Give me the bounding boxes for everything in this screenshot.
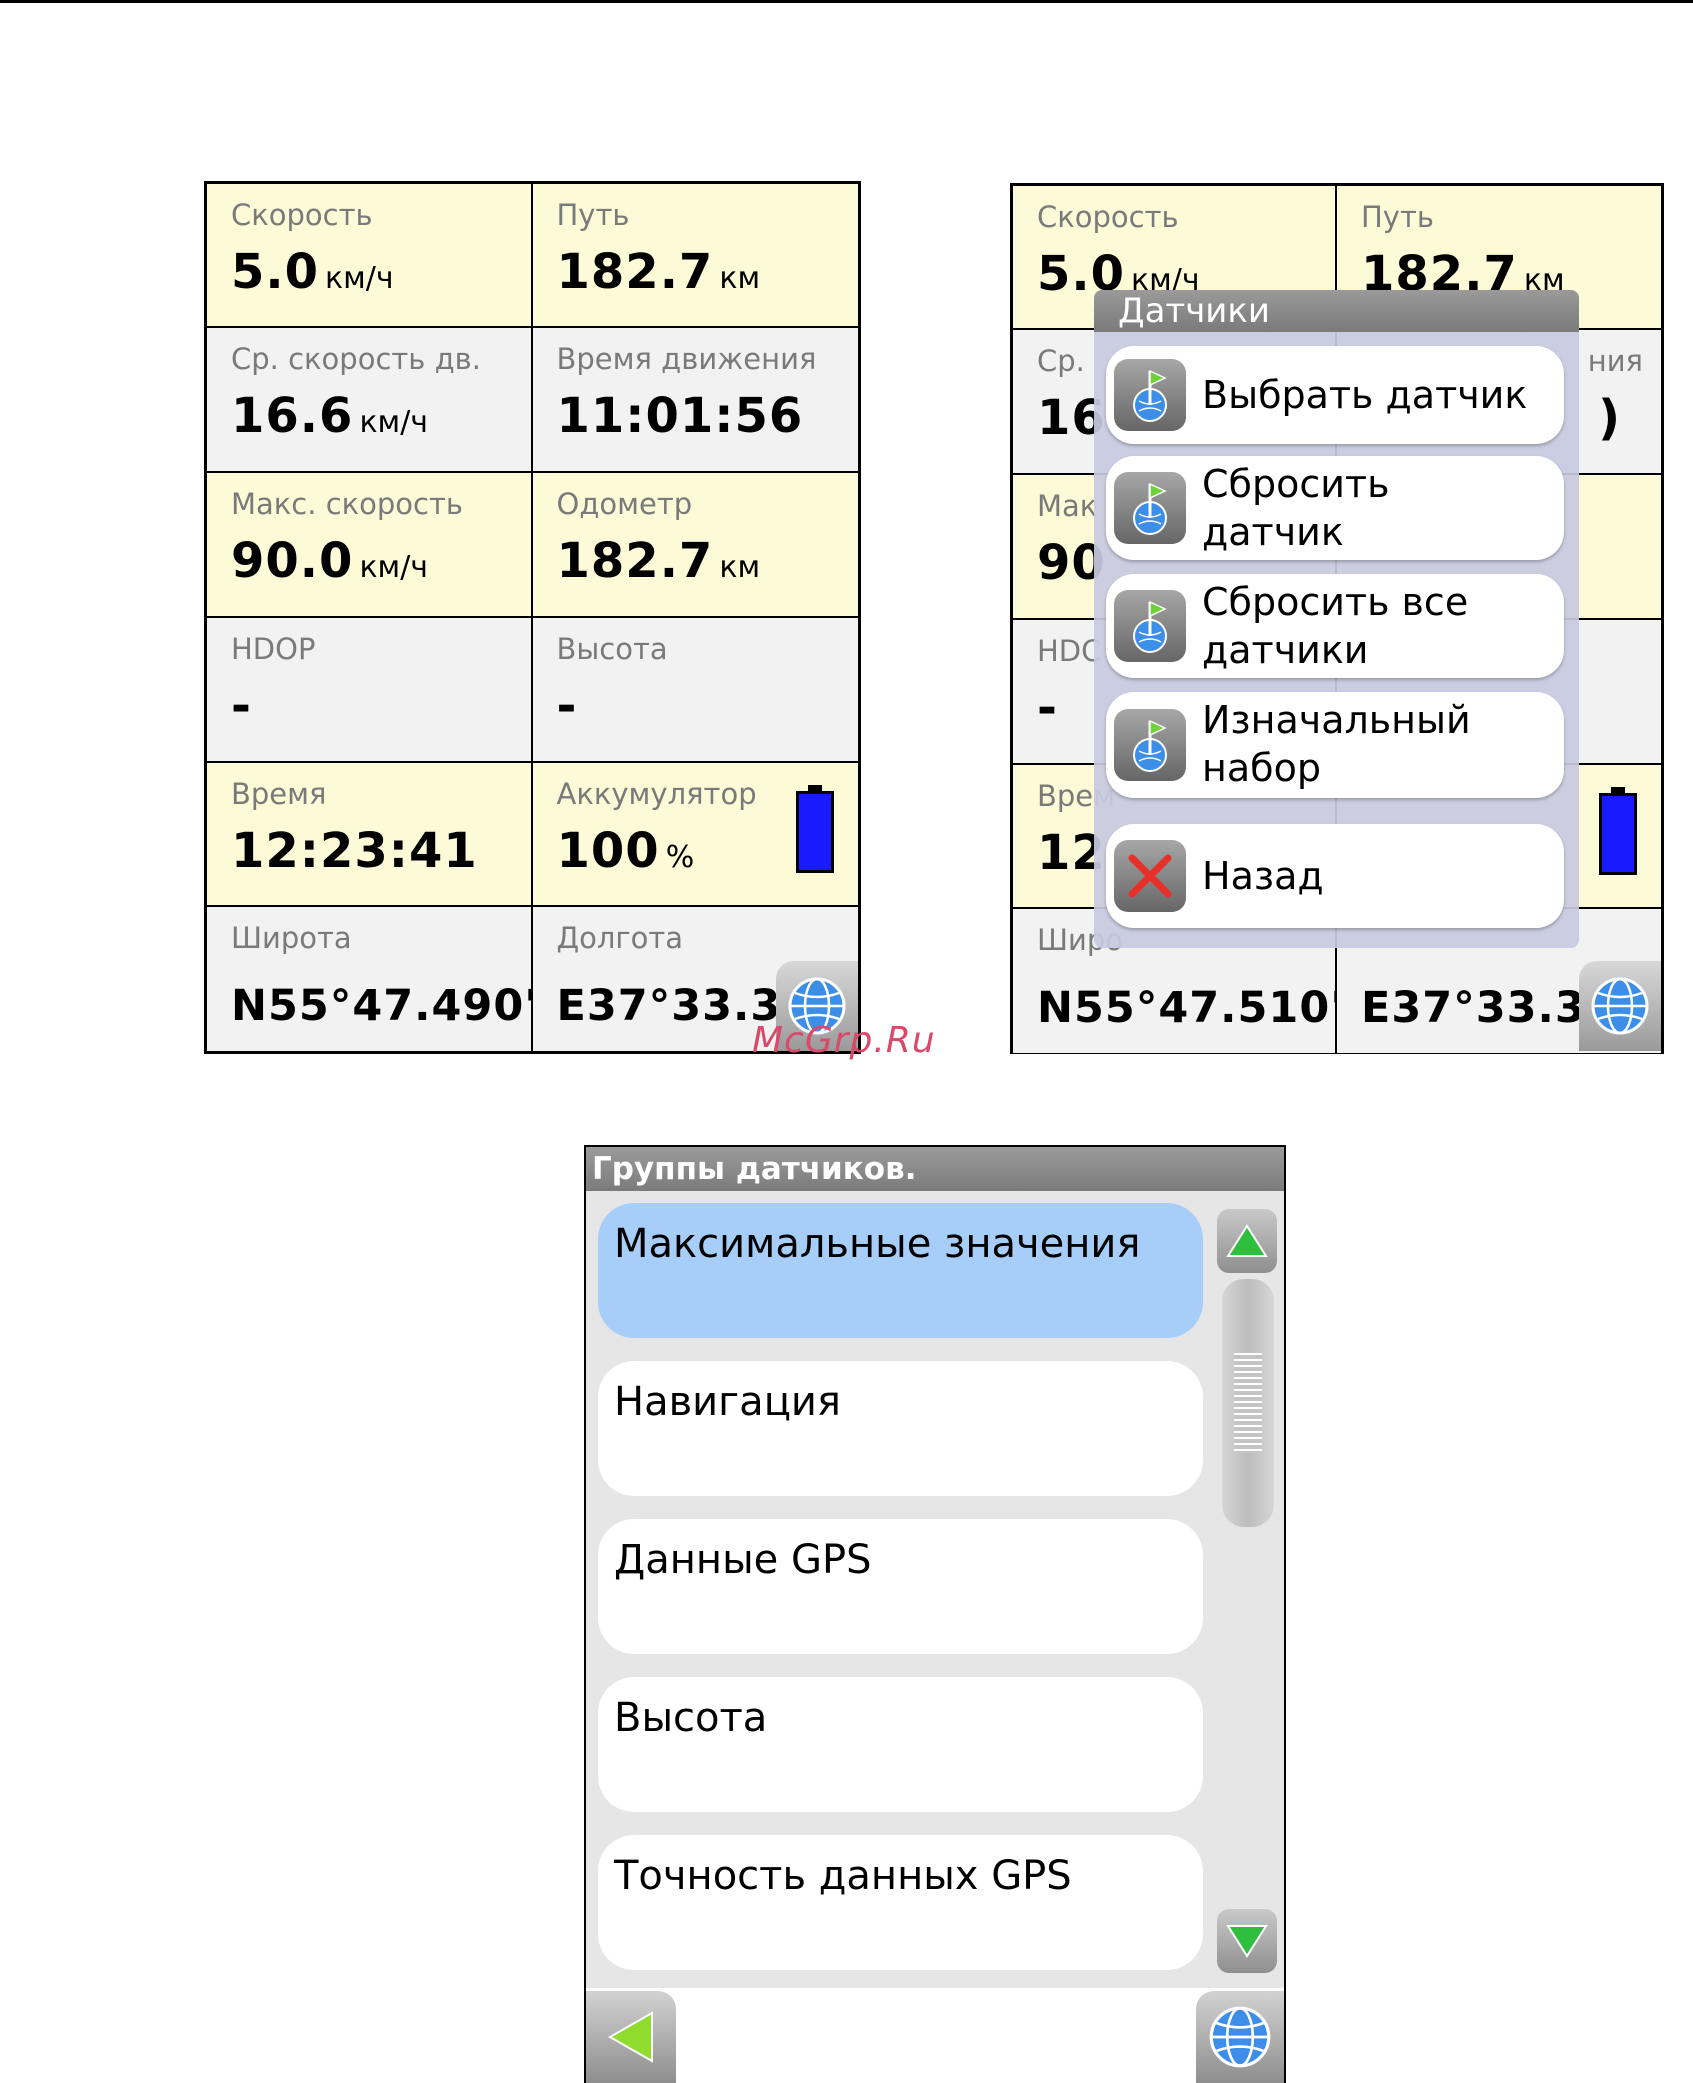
sensor-cell-max-speed[interactable]: Макс. скорость 90.0 км/ч xyxy=(207,473,533,618)
sensor-cell-odometer[interactable]: Одометр 182.7 км xyxy=(532,473,858,618)
scroll-down-button[interactable] xyxy=(1217,1909,1277,1973)
sensor-label: Широта xyxy=(231,921,352,955)
sensor-screen-main: Скорость 5.0 км/ч Путь 182.7 км Ср. скорос… xyxy=(204,181,861,1054)
battery-icon xyxy=(796,785,834,873)
screen-title: Группы датчиков. xyxy=(586,1147,1284,1191)
back-button[interactable] xyxy=(586,1991,676,2083)
sensor-label: Путь xyxy=(1361,200,1434,234)
sensor-cell-speed[interactable]: Скорость 5.0 км/ч xyxy=(207,184,533,328)
sensor-cell-moving-time[interactable]: Время движения 11:01:56 xyxy=(532,328,858,473)
sensor-value: 182.7 км xyxy=(556,533,761,589)
menu-item-select-sensor[interactable]: Выбрать датчик xyxy=(1106,346,1564,444)
scrollbar[interactable] xyxy=(1217,1209,1277,1973)
sensor-value: 16.6 км/ч xyxy=(231,388,429,444)
sensor-value: 5.0 км/ч xyxy=(231,244,394,300)
map-globe-button[interactable] xyxy=(1579,961,1661,1051)
sensor-value: N55°47.490' xyxy=(231,981,533,1031)
globe-icon xyxy=(1591,977,1649,1035)
sensor-cell-battery[interactable]: Аккумулятор 100% xyxy=(532,763,858,907)
sensor-cell-latitude[interactable]: Широта N55°47.490' xyxy=(207,907,533,1051)
sensor-label: HDC xyxy=(1037,634,1102,668)
arrow-up-icon xyxy=(1226,1224,1268,1257)
group-item-altitude[interactable]: Высота xyxy=(598,1677,1203,1812)
sensor-globe-icon xyxy=(1114,472,1186,544)
group-item-label: Данные GPS xyxy=(614,1537,872,1583)
menu-item-label: Сбросить датчик xyxy=(1202,462,1390,554)
menu-item-back[interactable]: Назад xyxy=(1106,824,1564,928)
sensor-cell-hdop[interactable]: HDOP - xyxy=(207,618,533,763)
sensor-label: Скорость xyxy=(231,198,373,232)
sensor-globe-icon xyxy=(1114,709,1186,781)
sensor-groups-screen: Группы датчиков. Максимальные значения Н… xyxy=(584,1145,1286,2083)
sensor-label: Скорость xyxy=(1037,200,1179,234)
sensor-value: ) xyxy=(1598,390,1621,446)
sensor-label: Мак xyxy=(1037,489,1098,523)
sensor-value: 100% xyxy=(556,823,695,879)
sensor-label: Долгота xyxy=(556,921,684,955)
sensor-globe-icon xyxy=(1114,590,1186,662)
sensor-label: Аккумулятор xyxy=(556,777,757,811)
battery-icon xyxy=(1599,787,1637,875)
sensor-value: - xyxy=(231,678,252,734)
popup-title: Датчики xyxy=(1094,290,1579,332)
sensor-value: E37°33.3 xyxy=(556,981,782,1031)
menu-item-label: Выбрать датчик xyxy=(1202,373,1528,417)
sensor-label: ния xyxy=(1587,344,1643,378)
menu-item-label: Изначальный набор xyxy=(1202,698,1471,790)
group-item-label: Максимальные значения xyxy=(614,1221,1141,1267)
sensor-grid: Скорость 5.0 км/ч Путь 182.7 км Ср. скорос… xyxy=(207,184,858,1051)
arrow-left-icon xyxy=(607,2011,653,2063)
sensor-label: Одометр xyxy=(556,487,693,521)
group-item-label: Точность данных GPS xyxy=(614,1853,1072,1899)
map-globe-button[interactable] xyxy=(1196,1991,1284,2083)
menu-item-reset-all-sensors[interactable]: Сбросить все датчики xyxy=(1106,574,1564,678)
sensor-cell-distance[interactable]: Путь 182.7 км xyxy=(532,184,858,328)
sensor-label: Макс. скорость xyxy=(231,487,463,521)
sensor-label: Высота xyxy=(556,632,668,666)
sensor-cell-altitude[interactable]: Высота - xyxy=(532,618,858,763)
scroll-thumb[interactable] xyxy=(1222,1279,1274,1527)
sensor-label: HDOP xyxy=(231,632,316,666)
sensor-value: 12:23:41 xyxy=(231,823,478,879)
group-item-label: Высота xyxy=(614,1695,768,1741)
sensors-popup-menu: Датчики Выбрать датчик Сбросить датчик С… xyxy=(1094,290,1579,948)
group-item-max-values[interactable]: Максимальные значения xyxy=(598,1203,1203,1338)
sensor-screen-menu: Скорость 5.0 км/ч Путь 182.7 км Ср. 16 ния… xyxy=(1010,183,1664,1054)
sensor-value: N55°47.510' xyxy=(1037,983,1337,1033)
menu-item-label: Сбросить все датчики xyxy=(1202,580,1469,672)
group-item-gps-accuracy[interactable]: Точность данных GPS xyxy=(598,1835,1203,1970)
bottom-toolbar xyxy=(586,1988,1284,2083)
sensor-value: 90.0 км/ч xyxy=(231,533,429,589)
sensor-value: E37°33.3 xyxy=(1361,983,1586,1033)
sensor-label: Время xyxy=(231,777,327,811)
menu-item-reset-sensor[interactable]: Сбросить датчик xyxy=(1106,456,1564,560)
scroll-grip xyxy=(1234,1353,1262,1453)
group-item-navigation[interactable]: Навигация xyxy=(598,1361,1203,1496)
sensor-value: 182.7 км xyxy=(556,244,761,300)
sensor-value: - xyxy=(556,678,578,734)
sensor-cell-time[interactable]: Время 12:23:41 xyxy=(207,763,533,907)
arrow-down-icon xyxy=(1226,1925,1268,1958)
menu-item-label: Назад xyxy=(1202,854,1324,898)
group-item-label: Навигация xyxy=(614,1379,841,1425)
top-rule xyxy=(0,0,1693,3)
sensor-label: Путь xyxy=(556,198,630,232)
sensor-value: - xyxy=(1037,680,1058,736)
watermark-text: McGrp.Ru xyxy=(752,1020,936,1061)
sensor-label: Время движения xyxy=(556,342,817,376)
scroll-up-button[interactable] xyxy=(1217,1209,1277,1273)
sensor-label: Ср. xyxy=(1037,344,1085,378)
group-item-gps-data[interactable]: Данные GPS xyxy=(598,1519,1203,1654)
sensor-value: 11:01:56 xyxy=(556,388,804,444)
globe-icon xyxy=(1209,2006,1271,2068)
sensor-label: Ср. скорость дв. xyxy=(231,342,481,376)
sensor-globe-icon xyxy=(1114,359,1186,431)
sensor-cell-avg-speed[interactable]: Ср. скорость дв. 16.6 км/ч xyxy=(207,328,533,473)
close-x-icon xyxy=(1114,840,1186,912)
menu-item-default-set[interactable]: Изначальный набор xyxy=(1106,692,1564,798)
